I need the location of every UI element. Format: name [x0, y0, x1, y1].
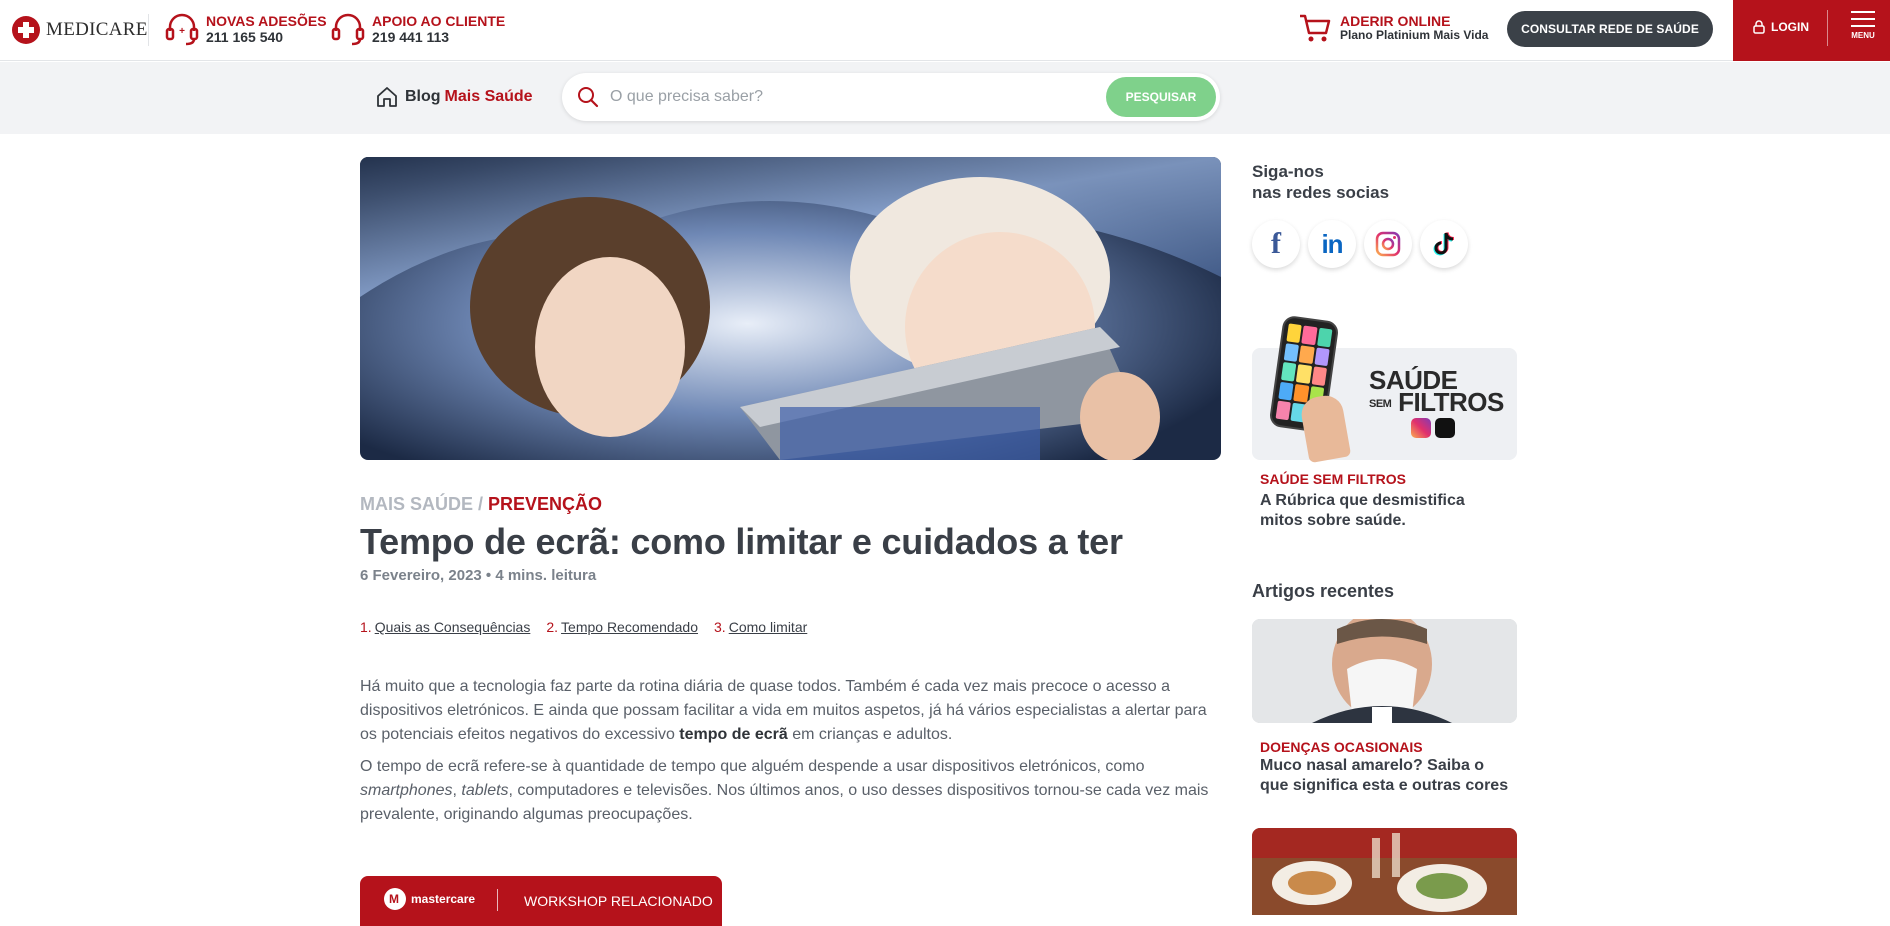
toc-number: 3. [714, 619, 726, 635]
cart-icon [1300, 14, 1331, 42]
mastercare-logo: mastercare [384, 888, 475, 910]
login-menu-area: LOGIN MENU [1733, 0, 1890, 61]
toc-item[interactable]: 2. Tempo Recomendado [546, 619, 698, 635]
apoio-cliente-phone: 219 441 113 [372, 29, 450, 45]
recent-article-image[interactable] [1252, 619, 1517, 723]
toc-link[interactable]: Tempo Recomendado [561, 619, 698, 635]
instagram-button[interactable] [1364, 220, 1412, 268]
category-parent-link[interactable]: MAIS SAÚDE / [360, 494, 483, 514]
tiktok-icon [1435, 418, 1455, 438]
paragraph: Há muito que a tecnologia faz parte da r… [360, 675, 1222, 747]
recent-article-image[interactable] [1252, 828, 1517, 915]
article-meta: 6 Fevereiro, 2023 • 4 mins. leitura [360, 567, 597, 584]
blog-subbar: Blog Mais Saúde PESQUISAR [0, 62, 1890, 134]
blog-label: Blog [405, 88, 441, 105]
hand-image [1298, 392, 1352, 464]
linkedin-icon: in [1321, 228, 1343, 259]
headset-icon: + [165, 13, 199, 46]
toc-link[interactable]: Como limitar [729, 619, 808, 635]
top-header: MEDICARE + NOVAS ADESÕES 211 165 540 APO… [0, 0, 1890, 61]
instagram-icon [1375, 231, 1401, 257]
apoio-cliente-label: APOIO AO CLIENTE [372, 13, 506, 29]
recent-article-title[interactable]: Muco nasal amarelo? Saiba o que signific… [1260, 756, 1510, 796]
toc-number: 1. [360, 619, 372, 635]
workshop-banner[interactable]: mastercare WORKSHOP RELACIONADO [360, 876, 722, 926]
paragraph-italic: tablets [461, 782, 509, 799]
workshop-label: WORKSHOP RELACIONADO [524, 893, 713, 909]
aderir-label: ADERIR ONLINE [1340, 13, 1451, 29]
search-input[interactable] [610, 85, 1060, 109]
home-icon [377, 87, 397, 107]
follow-heading: Siga-nos nas redes socias [1252, 161, 1389, 203]
tiktok-button[interactable] [1420, 220, 1468, 268]
novas-adesoes-phone: 211 165 540 [206, 29, 284, 45]
promo-category[interactable]: SAÚDE SEM FILTROS [1260, 471, 1406, 487]
blog-home-link[interactable]: Blog Mais Saúde [376, 86, 533, 108]
toc-link[interactable]: Quais as Consequências [375, 619, 531, 635]
follow-line-1: Siga-nos [1252, 162, 1324, 181]
apoio-cliente-contact[interactable]: APOIO AO CLIENTE 219 441 113 [330, 11, 505, 47]
category-link[interactable]: PREVENÇÃO [488, 494, 602, 514]
search-bar: PESQUISAR [562, 73, 1220, 121]
linkedin-button[interactable]: in [1308, 220, 1356, 268]
paragraph-text: em crianças e adultos. [787, 726, 953, 743]
divider [497, 889, 498, 911]
children-tablet-photo [360, 157, 1221, 460]
paragraph-text: O tempo de ecrã refere-se à quantidade d… [360, 758, 1145, 775]
facebook-button[interactable]: f [1252, 220, 1300, 268]
brand-line-2: FILTROS [1398, 387, 1504, 417]
dinner-table-photo [1252, 828, 1517, 915]
consultar-rede-button[interactable]: CONSULTAR REDE DE SAÚDE [1507, 11, 1713, 47]
social-links: f in [1252, 220, 1476, 268]
brand-small: SEM [1369, 398, 1392, 411]
login-label: LOGIN [1771, 20, 1809, 34]
search-icon [578, 87, 599, 108]
novas-adesoes-contact[interactable]: + NOVAS ADESÕES 211 165 540 [164, 11, 327, 47]
toc-number: 2. [546, 619, 559, 635]
article-hero-image [360, 157, 1221, 460]
novas-adesoes-label: NOVAS ADESÕES [206, 13, 327, 29]
article-body: Há muito que a tecnologia faz parte da r… [360, 675, 1222, 835]
medicare-cross-icon [12, 16, 40, 44]
lock-icon [1753, 20, 1765, 34]
search-button[interactable]: PESQUISAR [1106, 77, 1216, 117]
sneezing-man-photo [1252, 619, 1517, 723]
paragraph: O tempo de ecrã refere-se à quantidade d… [360, 755, 1222, 827]
headset-icon [331, 13, 365, 46]
divider [148, 14, 149, 46]
aderir-online-link[interactable]: ADERIR ONLINE Plano Platinium Mais Vida [1298, 12, 1488, 44]
table-of-contents: 1. Quais as Consequências 2. Tempo Recomen… [360, 619, 823, 635]
paragraph-bold: tempo de ecrã [679, 726, 788, 743]
menu-label: MENU [1851, 31, 1875, 40]
mastercare-brand: mastercare [411, 892, 476, 906]
hamburger-icon [1848, 11, 1878, 27]
login-button[interactable]: LOGIN [1753, 20, 1809, 34]
follow-line-2: nas redes socias [1252, 183, 1390, 202]
article-title: Tempo de ecrã: como limitar e cuidados a… [360, 521, 1123, 562]
facebook-icon: f [1271, 227, 1281, 260]
medicare-logo[interactable]: MEDICARE [12, 15, 148, 45]
article-category: MAIS SAÚDE / PREVENÇÃO [360, 494, 602, 515]
instagram-icon [1411, 418, 1431, 438]
promo-title[interactable]: A Rúbrica que desmistifica mitos sobre s… [1260, 491, 1470, 531]
logo-text: MEDICARE [46, 19, 148, 40]
paragraph-italic: smartphones [360, 782, 453, 799]
recent-article-category[interactable]: DOENÇAS OCASIONAIS [1260, 739, 1423, 755]
tiktok-icon [1433, 232, 1455, 256]
svg-text:+: + [179, 26, 185, 37]
mastercare-icon [384, 888, 406, 910]
aderir-plan: Plano Platinium Mais Vida [1340, 28, 1489, 42]
toc-item[interactable]: 1. Quais as Consequências [360, 619, 530, 635]
toc-item[interactable]: 3. Como limitar [714, 619, 807, 635]
menu-button[interactable]: MENU [1848, 11, 1878, 40]
divider [1827, 10, 1828, 46]
recent-articles-heading: Artigos recentes [1252, 581, 1395, 601]
blog-accent-label: Mais Saúde [444, 88, 533, 105]
saude-sem-filtros-logo: SAÚDE SEM FILTROS [1369, 367, 1504, 417]
saude-sem-filtros-banner[interactable]: SAÚDE SEM FILTROS [1252, 314, 1517, 464]
